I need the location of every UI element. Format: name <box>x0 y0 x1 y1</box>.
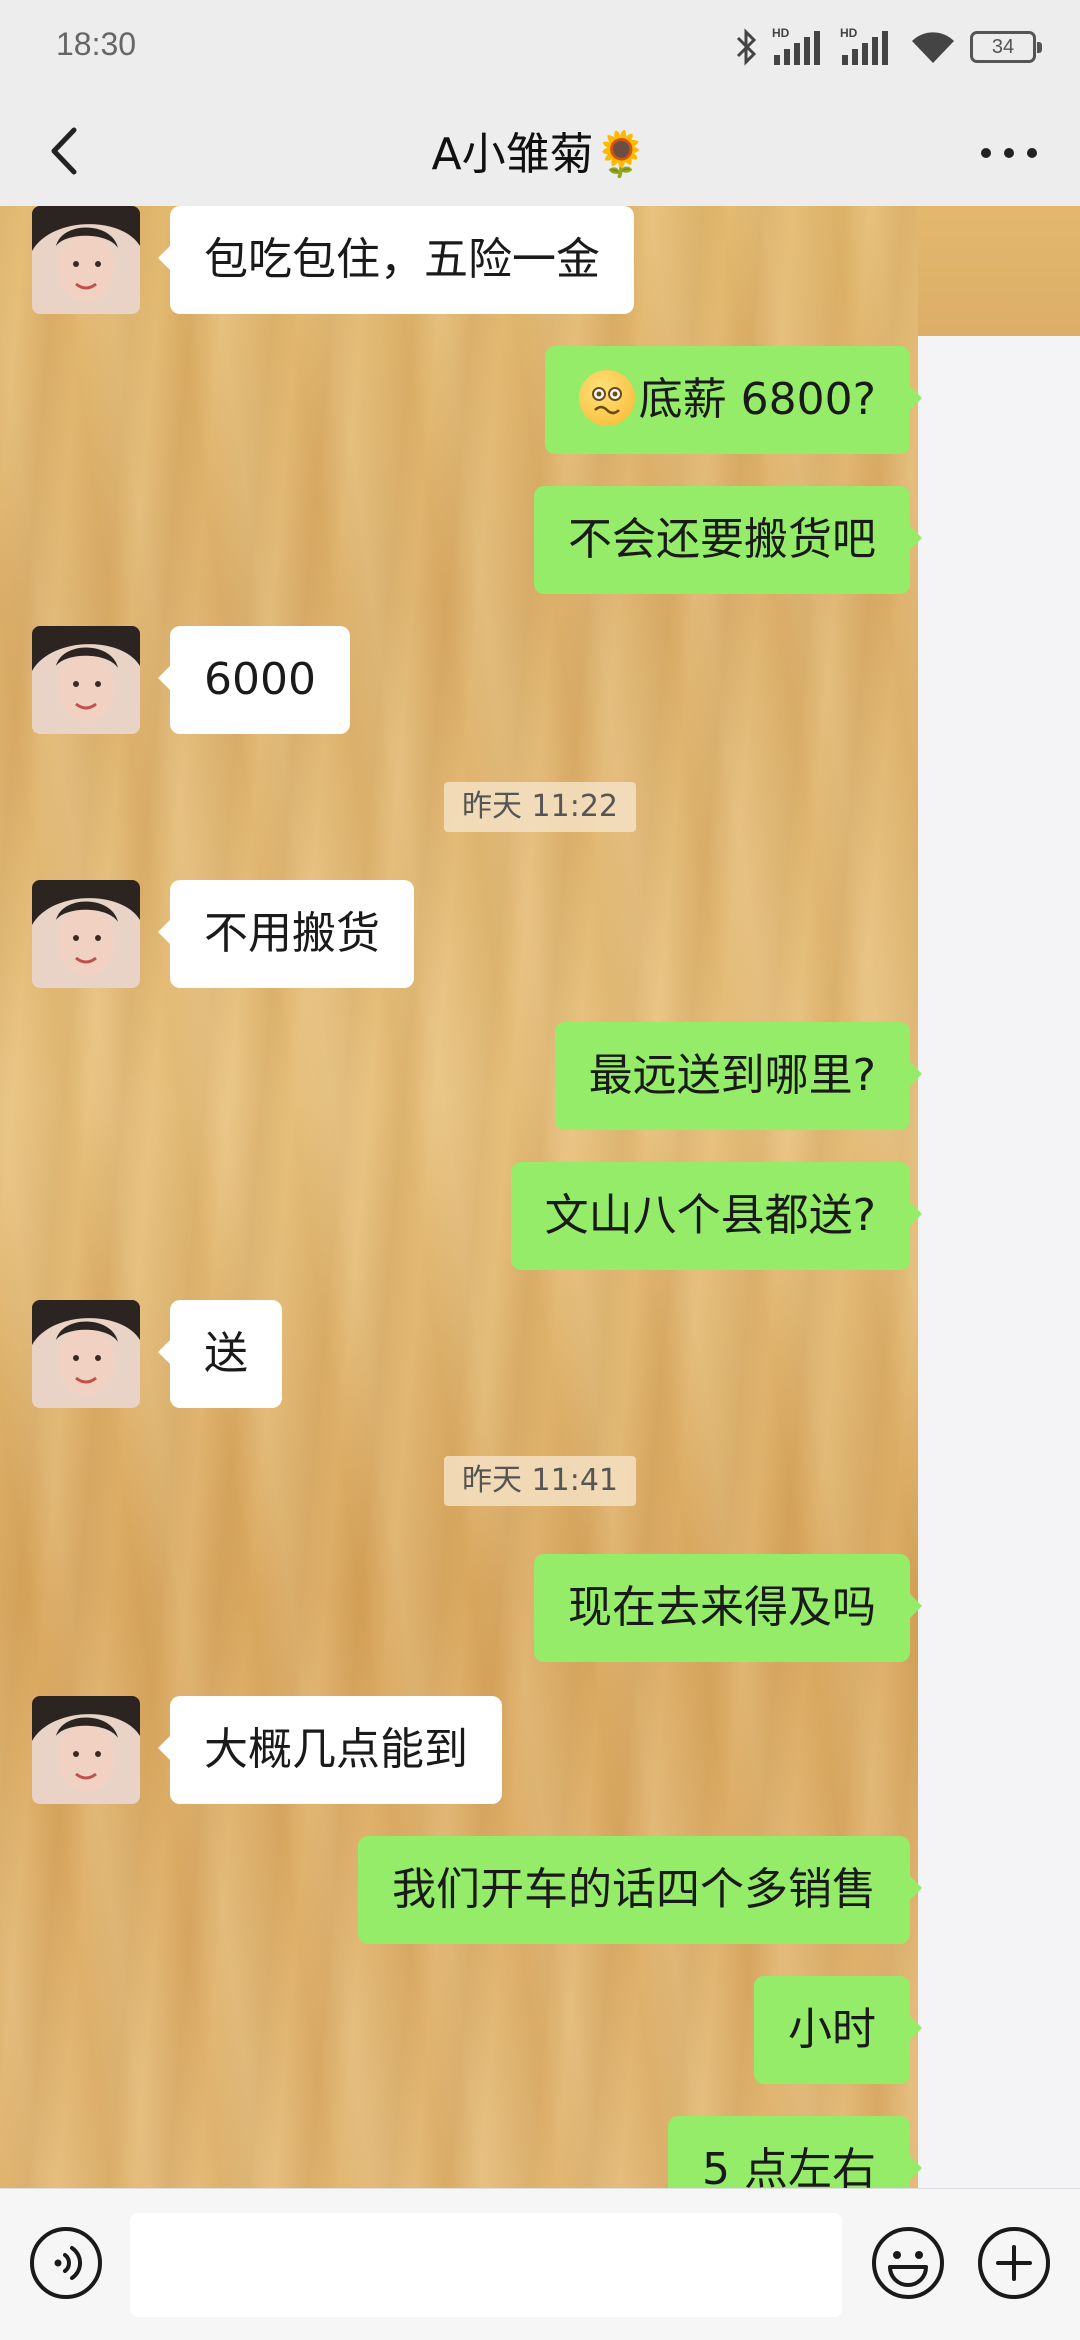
received-message[interactable]: 6000 <box>158 626 350 734</box>
sent-message[interactable]: 现在去来得及吗 <box>534 1554 922 1662</box>
status-time: 18:30 <box>56 26 137 62</box>
message-timestamp: 昨天 11:22 <box>444 782 636 832</box>
sent-message-text: 底薪 6800? <box>638 374 876 425</box>
message-input[interactable] <box>130 2213 842 2317</box>
contact-avatar[interactable] <box>32 206 140 314</box>
battery-icon: 34 <box>970 31 1042 63</box>
received-message[interactable]: 不用搬货 <box>158 880 414 988</box>
sent-message[interactable]: 底薪 6800? <box>544 346 923 454</box>
plus-icon <box>978 2227 1050 2299</box>
svg-text:HD: HD <box>840 26 858 40</box>
message-list[interactable]: 包吃包住，五险一金 底薪 6800? 不会还要搬货吧 6000 昨天 11:22… <box>0 206 1080 2188</box>
received-message[interactable]: 大概几点能到 <box>158 1696 502 1804</box>
status-bar: 18:30 HD HD 34 <box>0 0 1080 96</box>
sent-message[interactable]: 最远送到哪里? <box>554 1022 923 1130</box>
contact-avatar[interactable] <box>32 1300 140 1408</box>
wifi-icon <box>912 32 954 63</box>
woozy-face-emoji-icon <box>578 370 635 426</box>
voice-icon <box>30 2227 102 2299</box>
emoji-icon <box>872 2227 944 2299</box>
chat-screen: 18:30 HD HD 34 A小雏菊🌻 包吃包住，五险一金 底薪 6800? … <box>0 0 1080 2340</box>
message-timestamp: 昨天 11:41 <box>444 1456 636 1506</box>
contact-avatar[interactable] <box>32 1696 140 1804</box>
hd-signal-icon: HD <box>840 26 888 65</box>
chat-title: A小雏菊🌻 <box>431 129 649 180</box>
sent-message[interactable]: 小时 <box>754 1976 922 2084</box>
svg-text:HD: HD <box>772 26 790 40</box>
nav-bar: A小雏菊🌻 <box>0 96 1080 206</box>
sent-message[interactable]: 文山八个县都送? <box>510 1162 923 1270</box>
chat-wallpaper-edge <box>918 206 1080 336</box>
voice-button[interactable] <box>28 2225 104 2301</box>
hd-signal-icon: HD <box>772 26 820 65</box>
received-message[interactable]: 包吃包住，五险一金 <box>158 206 634 314</box>
plus-button[interactable] <box>976 2225 1052 2301</box>
sent-message[interactable]: 我们开车的话四个多销售 <box>358 1836 922 1944</box>
input-bar <box>0 2188 1080 2340</box>
emoji-button[interactable] <box>870 2225 946 2301</box>
bluetooth-icon <box>736 28 757 66</box>
contact-avatar[interactable] <box>32 880 140 988</box>
more-button[interactable] <box>964 116 1054 186</box>
status-icons: HD HD 34 <box>734 22 1042 72</box>
more-dots-icon <box>981 148 1037 158</box>
sent-message[interactable]: 5 点左右 <box>668 2116 922 2188</box>
contact-avatar[interactable] <box>32 626 140 734</box>
sent-message[interactable]: 不会还要搬货吧 <box>534 486 922 594</box>
battery-level: 34 <box>991 35 1015 58</box>
received-message[interactable]: 送 <box>158 1300 282 1408</box>
